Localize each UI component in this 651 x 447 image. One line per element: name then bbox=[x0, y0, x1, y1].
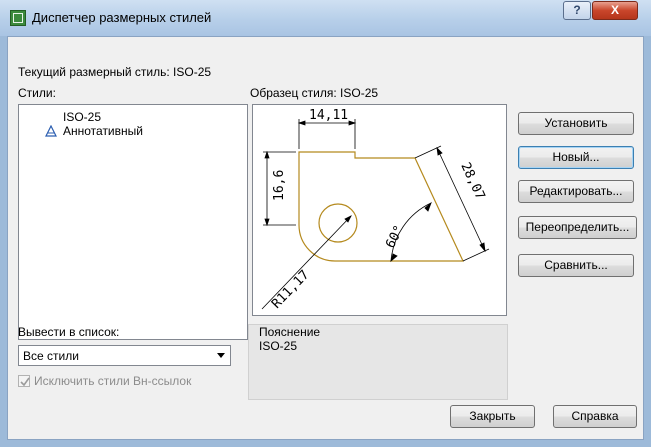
app-icon bbox=[10, 10, 26, 26]
close-icon: X bbox=[610, 3, 619, 17]
new-style-button[interactable]: Новый... bbox=[518, 146, 634, 169]
dim-radius: R11,17 bbox=[269, 268, 312, 312]
help-button[interactable]: Справка bbox=[553, 405, 637, 428]
close-button[interactable]: Закрыть bbox=[450, 405, 535, 428]
dim-angle: 60° bbox=[383, 223, 407, 251]
list-filter-label: Вывести в список: bbox=[18, 325, 120, 339]
list-filter-value: Все стили bbox=[23, 349, 79, 363]
override-style-button[interactable]: Переопределить... bbox=[518, 216, 637, 239]
description-label: Пояснение bbox=[259, 325, 321, 339]
preview-label: Образец стиля: ISO-25 bbox=[250, 86, 379, 100]
style-preview: 14,11 16,6 28,07 60° R11,17 bbox=[252, 104, 507, 316]
window-title: Диспетчер размерных стилей bbox=[32, 10, 212, 25]
current-style-label: Текущий размерный стиль: ISO-25 bbox=[18, 65, 212, 79]
styles-label: Стили: bbox=[18, 86, 56, 100]
compare-styles-button[interactable]: Сравнить... bbox=[518, 254, 634, 277]
chevron-down-icon[interactable] bbox=[217, 353, 225, 358]
edit-style-button[interactable]: Редактировать... bbox=[518, 180, 634, 203]
description-box: Пояснение ISO-25 bbox=[248, 324, 508, 400]
dim-top: 14,11 bbox=[309, 108, 348, 123]
checkmark-icon bbox=[20, 377, 30, 387]
close-title-button[interactable]: X bbox=[592, 1, 638, 20]
title-bar[interactable]: Диспетчер размерных стилей ? X bbox=[0, 0, 651, 36]
help-title-button[interactable]: ? bbox=[563, 1, 591, 20]
dialog-window: Диспетчер размерных стилей ? X Текущий р… bbox=[0, 0, 651, 447]
list-filter-combo[interactable]: Все стили bbox=[18, 345, 231, 366]
annotative-icon bbox=[45, 125, 57, 137]
description-text: ISO-25 bbox=[259, 339, 298, 353]
styles-list[interactable]: ISO-25 Аннотативный bbox=[18, 104, 248, 340]
set-current-button[interactable]: Установить bbox=[518, 112, 634, 135]
list-item[interactable]: Аннотативный bbox=[63, 124, 143, 138]
exclude-xrefs-checkbox[interactable] bbox=[18, 375, 30, 387]
exclude-xrefs-label: Исключить стили Вн-ссылок bbox=[34, 374, 192, 388]
list-item[interactable]: ISO-25 bbox=[63, 110, 101, 124]
preview-drawing: 14,11 16,6 28,07 60° R11,17 bbox=[261, 108, 490, 312]
dim-right: 28,07 bbox=[457, 160, 487, 202]
dim-left: 16,6 bbox=[272, 170, 287, 201]
